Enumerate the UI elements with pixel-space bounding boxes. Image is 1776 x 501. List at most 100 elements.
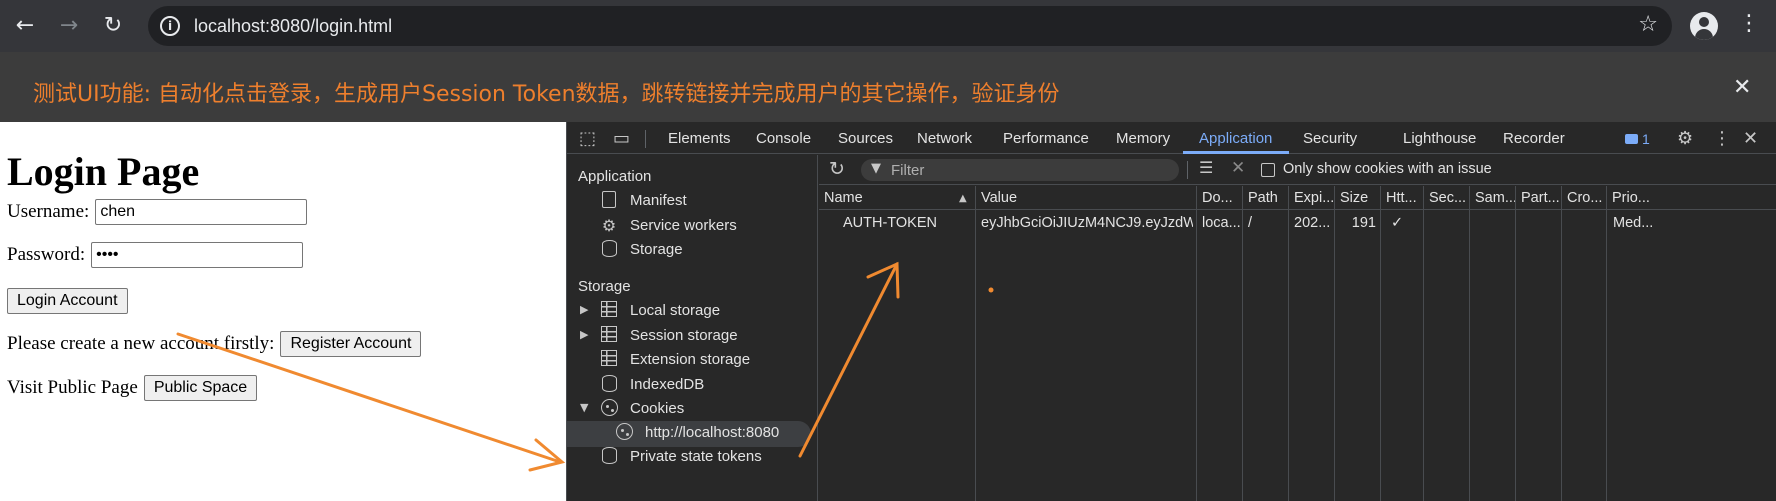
tab-network[interactable]: Network bbox=[917, 130, 972, 147]
active-tab-indicator bbox=[1183, 151, 1289, 154]
column-divider[interactable] bbox=[1334, 186, 1335, 501]
profile-avatar-icon[interactable] bbox=[1690, 12, 1718, 40]
automation-banner: 测试UI功能: 自动化点击登录，生成用户Session Token数据，跳转链接… bbox=[0, 52, 1776, 122]
sidebar-item-indexeddb[interactable]: IndexedDB bbox=[567, 373, 817, 399]
column-divider[interactable] bbox=[975, 186, 976, 501]
sidebar-item-label: Service workers bbox=[630, 217, 737, 234]
cell-priority: Med... bbox=[1613, 215, 1653, 231]
file-icon bbox=[600, 191, 618, 209]
only-issues-checkbox[interactable] bbox=[1261, 163, 1275, 177]
expand-triangle-icon[interactable]: ▶ bbox=[580, 303, 588, 316]
column-header-domain[interactable]: Do... bbox=[1197, 186, 1242, 210]
column-divider[interactable] bbox=[1423, 186, 1424, 501]
issues-badge[interactable]: 1 bbox=[1625, 131, 1650, 147]
sidebar-item-local-storage[interactable]: ▶ Local storage bbox=[567, 299, 817, 325]
collapse-triangle-icon[interactable]: ▼ bbox=[580, 401, 588, 414]
close-devtools-icon[interactable]: ✕ bbox=[1743, 128, 1758, 149]
page-title: Login Page bbox=[7, 149, 200, 194]
column-divider[interactable] bbox=[1288, 186, 1289, 501]
column-header-samesite[interactable]: Sam... bbox=[1470, 186, 1515, 210]
inspect-element-icon[interactable]: ⬚ bbox=[579, 128, 596, 149]
column-divider[interactable] bbox=[1380, 186, 1381, 501]
login-button[interactable]: Login Account bbox=[7, 288, 128, 314]
sidebar-item-private-state-tokens[interactable]: Private state tokens bbox=[567, 445, 817, 471]
password-label: Password: bbox=[7, 244, 86, 265]
forward-icon[interactable]: → bbox=[54, 11, 84, 41]
sidebar-header-application: Application bbox=[578, 168, 652, 185]
sidebar-item-session-storage[interactable]: ▶ Session storage bbox=[567, 324, 817, 350]
sidebar-item-label: Manifest bbox=[630, 192, 687, 209]
table-icon bbox=[600, 326, 618, 344]
column-header-partition[interactable]: Part... bbox=[1516, 186, 1561, 210]
column-divider[interactable] bbox=[1242, 186, 1243, 501]
expand-triangle-icon[interactable]: ▶ bbox=[580, 328, 588, 341]
delete-selected-icon[interactable]: ✕ bbox=[1231, 158, 1245, 178]
tab-elements[interactable]: Elements bbox=[668, 130, 731, 147]
database-icon bbox=[600, 375, 618, 393]
register-row: Please create a new account firstly: Reg… bbox=[7, 331, 422, 357]
password-row: Password: bbox=[7, 242, 304, 268]
site-info-icon[interactable]: i bbox=[160, 16, 180, 36]
address-bar[interactable]: i localhost:8080/login.html ☆ bbox=[148, 6, 1672, 46]
more-options-icon[interactable]: ⋮ bbox=[1713, 128, 1731, 149]
column-header-path[interactable]: Path bbox=[1243, 186, 1288, 210]
sidebar-item-extension-storage[interactable]: Extension storage bbox=[567, 348, 817, 374]
sidebar-item-cookies[interactable]: ▼ Cookies bbox=[567, 397, 817, 423]
devtools-tabbar: ⬚ ▭ Elements Console Sources Network Per… bbox=[567, 122, 1776, 154]
bookmark-star-icon[interactable]: ☆ bbox=[1638, 12, 1658, 37]
close-icon[interactable]: ✕ bbox=[1733, 75, 1751, 100]
sidebar-item-storage[interactable]: Storage bbox=[567, 238, 817, 264]
column-header-expires[interactable]: Expi... bbox=[1289, 186, 1334, 210]
column-divider[interactable] bbox=[1561, 186, 1562, 501]
column-header-name[interactable]: Name bbox=[819, 186, 975, 210]
column-divider[interactable] bbox=[1469, 186, 1470, 501]
tab-sources[interactable]: Sources bbox=[838, 130, 893, 147]
public-space-button[interactable]: Public Space bbox=[143, 375, 258, 401]
filter-box[interactable]: ▼ bbox=[861, 159, 1179, 181]
sidebar-item-label: http://localhost:8080 bbox=[645, 424, 780, 441]
column-divider[interactable] bbox=[1606, 186, 1607, 501]
tab-console[interactable]: Console bbox=[756, 130, 811, 147]
login-row: Login Account bbox=[7, 288, 128, 314]
browser-menu-icon[interactable]: ⋮ bbox=[1738, 11, 1760, 36]
refresh-icon[interactable]: ↻ bbox=[829, 158, 845, 180]
cookies-table: Name ▲ Value Do... Path Expi... Size Htt… bbox=[819, 186, 1776, 501]
password-input[interactable] bbox=[91, 242, 304, 268]
sidebar-item-label: Local storage bbox=[630, 302, 721, 319]
column-divider[interactable] bbox=[1196, 186, 1197, 501]
issues-count: 1 bbox=[1642, 131, 1650, 147]
register-prompt: Please create a new account firstly: bbox=[7, 333, 275, 354]
tab-recorder[interactable]: Recorder bbox=[1503, 130, 1565, 147]
device-toolbar-icon[interactable]: ▭ bbox=[613, 128, 630, 149]
sidebar-item-service-workers[interactable]: ⚙ Service workers bbox=[567, 214, 817, 240]
tab-memory[interactable]: Memory bbox=[1116, 130, 1170, 147]
reload-icon[interactable]: ↻ bbox=[98, 11, 128, 41]
column-header-cross-site[interactable]: Cro... bbox=[1562, 186, 1606, 210]
tab-lighthouse[interactable]: Lighthouse bbox=[1403, 130, 1476, 147]
tab-application[interactable]: Application bbox=[1199, 130, 1272, 147]
column-header-httponly[interactable]: Htt... bbox=[1381, 186, 1423, 210]
cookie-icon bbox=[600, 399, 618, 417]
address-url[interactable]: localhost:8080/login.html bbox=[194, 16, 392, 37]
settings-gear-icon[interactable]: ⚙ bbox=[1677, 128, 1693, 149]
message-icon bbox=[1625, 134, 1638, 144]
column-header-secure[interactable]: Sec... bbox=[1424, 186, 1469, 210]
cookies-pane: ↻ ▼ ☰ ✕ Only show cookies with an issue … bbox=[819, 155, 1776, 501]
cell-path: / bbox=[1248, 215, 1253, 231]
clear-all-icon[interactable]: ☰ bbox=[1199, 158, 1213, 177]
tab-security[interactable]: Security bbox=[1303, 130, 1357, 147]
register-button[interactable]: Register Account bbox=[280, 331, 422, 357]
back-icon[interactable]: ← bbox=[10, 11, 40, 41]
sidebar-item-label: Session storage bbox=[630, 327, 738, 344]
sidebar-item-cookie-origin[interactable]: http://localhost:8080 bbox=[567, 421, 811, 447]
column-header-value[interactable]: Value bbox=[976, 186, 1196, 210]
column-header-size[interactable]: Size bbox=[1335, 186, 1380, 210]
sidebar-item-manifest[interactable]: Manifest bbox=[567, 189, 817, 215]
tab-performance[interactable]: Performance bbox=[1003, 130, 1089, 147]
column-header-priority[interactable]: Prio... bbox=[1607, 186, 1776, 210]
sidebar-item-label: Cookies bbox=[630, 400, 685, 417]
filter-funnel-icon: ▼ bbox=[871, 161, 881, 176]
column-divider[interactable] bbox=[1515, 186, 1516, 501]
username-input[interactable] bbox=[95, 199, 308, 225]
filter-input[interactable] bbox=[891, 159, 1171, 181]
